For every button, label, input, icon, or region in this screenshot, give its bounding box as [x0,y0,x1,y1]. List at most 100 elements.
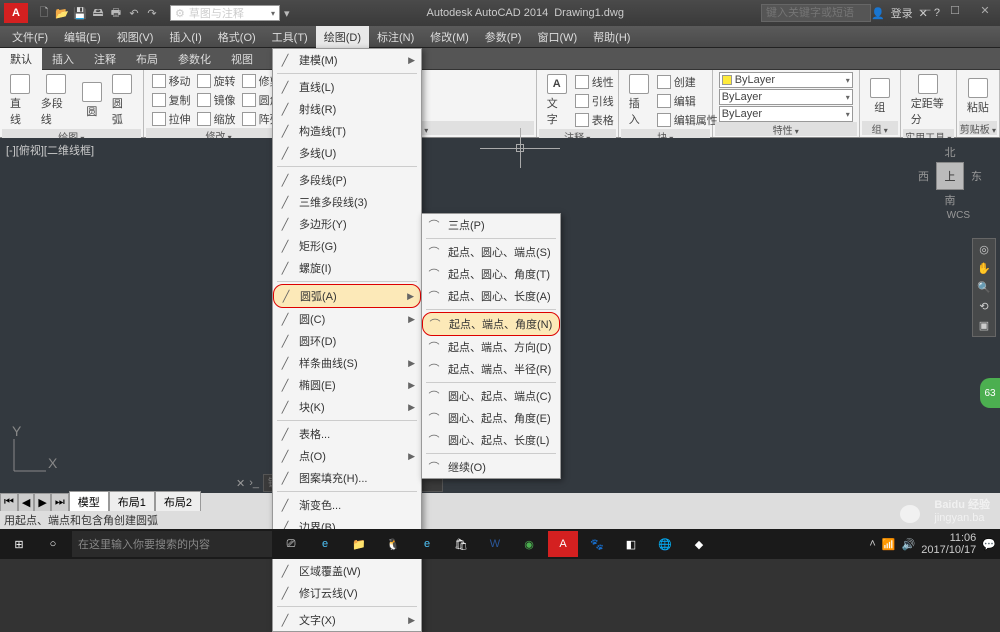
menu-1[interactable]: 编辑(E) [56,26,109,48]
circle-button[interactable]: 圆 [78,80,106,121]
qat-undo-icon[interactable]: ↶ [126,5,142,21]
menuitem-23[interactable]: ╱修订云线(V) [273,582,421,604]
menu-10[interactable]: 窗口(W) [529,26,585,48]
tab-model[interactable]: 模型 [69,491,109,513]
viewcube-top[interactable]: 上 [936,162,964,190]
menuitem-22[interactable]: ╱区域覆盖(W) [273,560,421,582]
nav-showmotion-icon[interactable]: ▣ [979,319,989,332]
help-search-input[interactable] [761,4,871,22]
menu-2[interactable]: 视图(V) [109,26,162,48]
green-badge[interactable]: 63 [980,378,1000,408]
tab-last-icon[interactable]: ⏭ [51,493,69,512]
app-other1-icon[interactable]: ◧ [616,531,646,557]
ribtab-1[interactable]: 插入 [42,48,84,70]
tab-layout1[interactable]: 布局1 [109,491,155,513]
menu-3[interactable]: 插入(I) [161,26,209,48]
nav-wheel-icon[interactable]: ◎ [979,243,989,256]
wcs-label[interactable]: WCS [947,210,970,221]
text-button[interactable]: A文字 [543,72,571,129]
move-button[interactable]: 移动 [150,72,193,90]
ribtab-0[interactable]: 默认 [0,48,42,70]
viewcube[interactable]: 北 南 西 东 上 [920,146,980,206]
app-cad-icon[interactable]: A [548,531,578,557]
edit-attr-button[interactable]: 编辑属性 [655,111,720,129]
app-qq-icon[interactable]: 🐧 [378,531,408,557]
menu-8[interactable]: 修改(M) [422,26,477,48]
table-button[interactable]: 表格 [573,111,616,129]
line-button[interactable]: 直线 [6,72,35,129]
menuitem-6[interactable]: ╱三维多段线(3) [273,191,421,213]
maximize-button[interactable]: ☐ [940,0,970,20]
menuitem-4[interactable]: ⌒起点、端点、角度(N) [422,312,560,336]
group-button[interactable]: 组 [866,76,894,117]
stretch-button[interactable]: 拉伸 [150,110,193,128]
app-logo[interactable]: A [4,3,28,23]
menuitem-8[interactable]: ⌒圆心、起点、角度(E) [422,407,560,429]
taskview-icon[interactable]: ⎚ [276,531,306,557]
insert-button[interactable]: 插入 [625,72,653,129]
menuitem-3[interactable]: ⌒起点、圆心、长度(A) [422,285,560,307]
menuitem-12[interactable]: ╱圆环(D) [273,330,421,352]
ribtab-4[interactable]: 参数化 [168,48,221,70]
paste-button[interactable]: 粘贴 [963,76,993,117]
lineweight-combo[interactable]: ByLayer [719,89,853,105]
menuitem-16[interactable]: ╱表格... [273,423,421,445]
panel-prop-title[interactable]: 特性 [715,122,857,136]
qat-new-icon[interactable]: 🗋 [36,5,52,21]
tray-notif-icon[interactable]: 💬 [982,538,996,551]
app-baidu-icon[interactable]: 🐾 [582,531,612,557]
ribtab-5[interactable]: 视图 [221,48,263,70]
viewcube-west[interactable]: 西 [918,168,929,184]
viewcube-north[interactable]: 北 [945,144,956,160]
menuitem-18[interactable]: ╱图案填充(H)... [273,467,421,489]
nav-zoom-icon[interactable]: 🔍 [977,281,991,294]
menuitem-7[interactable]: ╱多边形(Y) [273,213,421,235]
minimize-button[interactable]: — [910,0,940,20]
cortana-icon[interactable]: ○ [38,531,68,557]
app-explorer-icon[interactable]: 📁 [344,531,374,557]
viewcube-east[interactable]: 东 [971,168,982,184]
app-browser-icon[interactable]: 🌐 [650,531,680,557]
app-ie-icon[interactable]: e [310,531,340,557]
tab-first-icon[interactable]: ⏮ [0,493,18,512]
cmdline-close-icon[interactable]: ✕ [236,477,245,490]
menuitem-8[interactable]: ╱矩形(G) [273,235,421,257]
arc-button[interactable]: 圆弧 [108,72,137,129]
menuitem-6[interactable]: ⌒起点、端点、半径(R) [422,358,560,380]
workspace-combo[interactable]: ⚙ 草图与注释 [170,5,280,21]
tray-up-icon[interactable]: ˄ [869,538,875,550]
menuitem-11[interactable]: ╱圆(C)▶ [273,308,421,330]
menu-6[interactable]: 绘图(D) [316,26,369,48]
nav-pan-icon[interactable]: ✋ [977,262,991,275]
tray-net-icon[interactable]: 📶 [882,538,896,551]
rotate-button[interactable]: 旋转 [195,72,238,90]
tab-layout2[interactable]: 布局2 [155,491,201,513]
menuitem-2[interactable]: ╱射线(R) [273,98,421,120]
qat-redo-icon[interactable]: ↷ [144,5,160,21]
nav-orbit-icon[interactable]: ⟲ [979,300,988,313]
leader-button[interactable]: 引线 [573,92,616,110]
menuitem-10[interactable]: ╱圆弧(A)▶ [273,284,421,308]
taskbar-search[interactable]: 在这里输入你要搜索的内容 [72,531,272,557]
menu-0[interactable]: 文件(F) [4,26,56,48]
start-button[interactable]: ⊞ [4,531,34,557]
menuitem-10[interactable]: ⌒继续(O) [422,456,560,478]
mirror-button[interactable]: 镜像 [195,91,238,109]
menu-5[interactable]: 工具(T) [264,26,316,48]
measure-button[interactable]: 定距等分 [907,72,950,129]
signin-icon[interactable]: 👤 [871,7,885,20]
menu-11[interactable]: 帮助(H) [585,26,638,48]
viewcube-south[interactable]: 南 [945,192,956,208]
viewport-label[interactable]: [-][俯视][二维线框] [6,142,94,158]
menuitem-4[interactable]: ╱多线(U) [273,142,421,164]
menuitem-9[interactable]: ⌒圆心、起点、长度(L) [422,429,560,451]
ribtab-2[interactable]: 注释 [84,48,126,70]
menuitem-9[interactable]: ╱螺旋(I) [273,257,421,279]
tab-next-icon[interactable]: ▶ [34,493,50,512]
menuitem-14[interactable]: ╱椭圆(E)▶ [273,374,421,396]
color-combo[interactable]: ByLayer [719,72,853,88]
menuitem-3[interactable]: ╱构造线(T) [273,120,421,142]
menuitem-24[interactable]: ╱文字(X)▶ [273,609,421,631]
app-360-icon[interactable]: ◉ [514,531,544,557]
ribtab-3[interactable]: 布局 [126,48,168,70]
